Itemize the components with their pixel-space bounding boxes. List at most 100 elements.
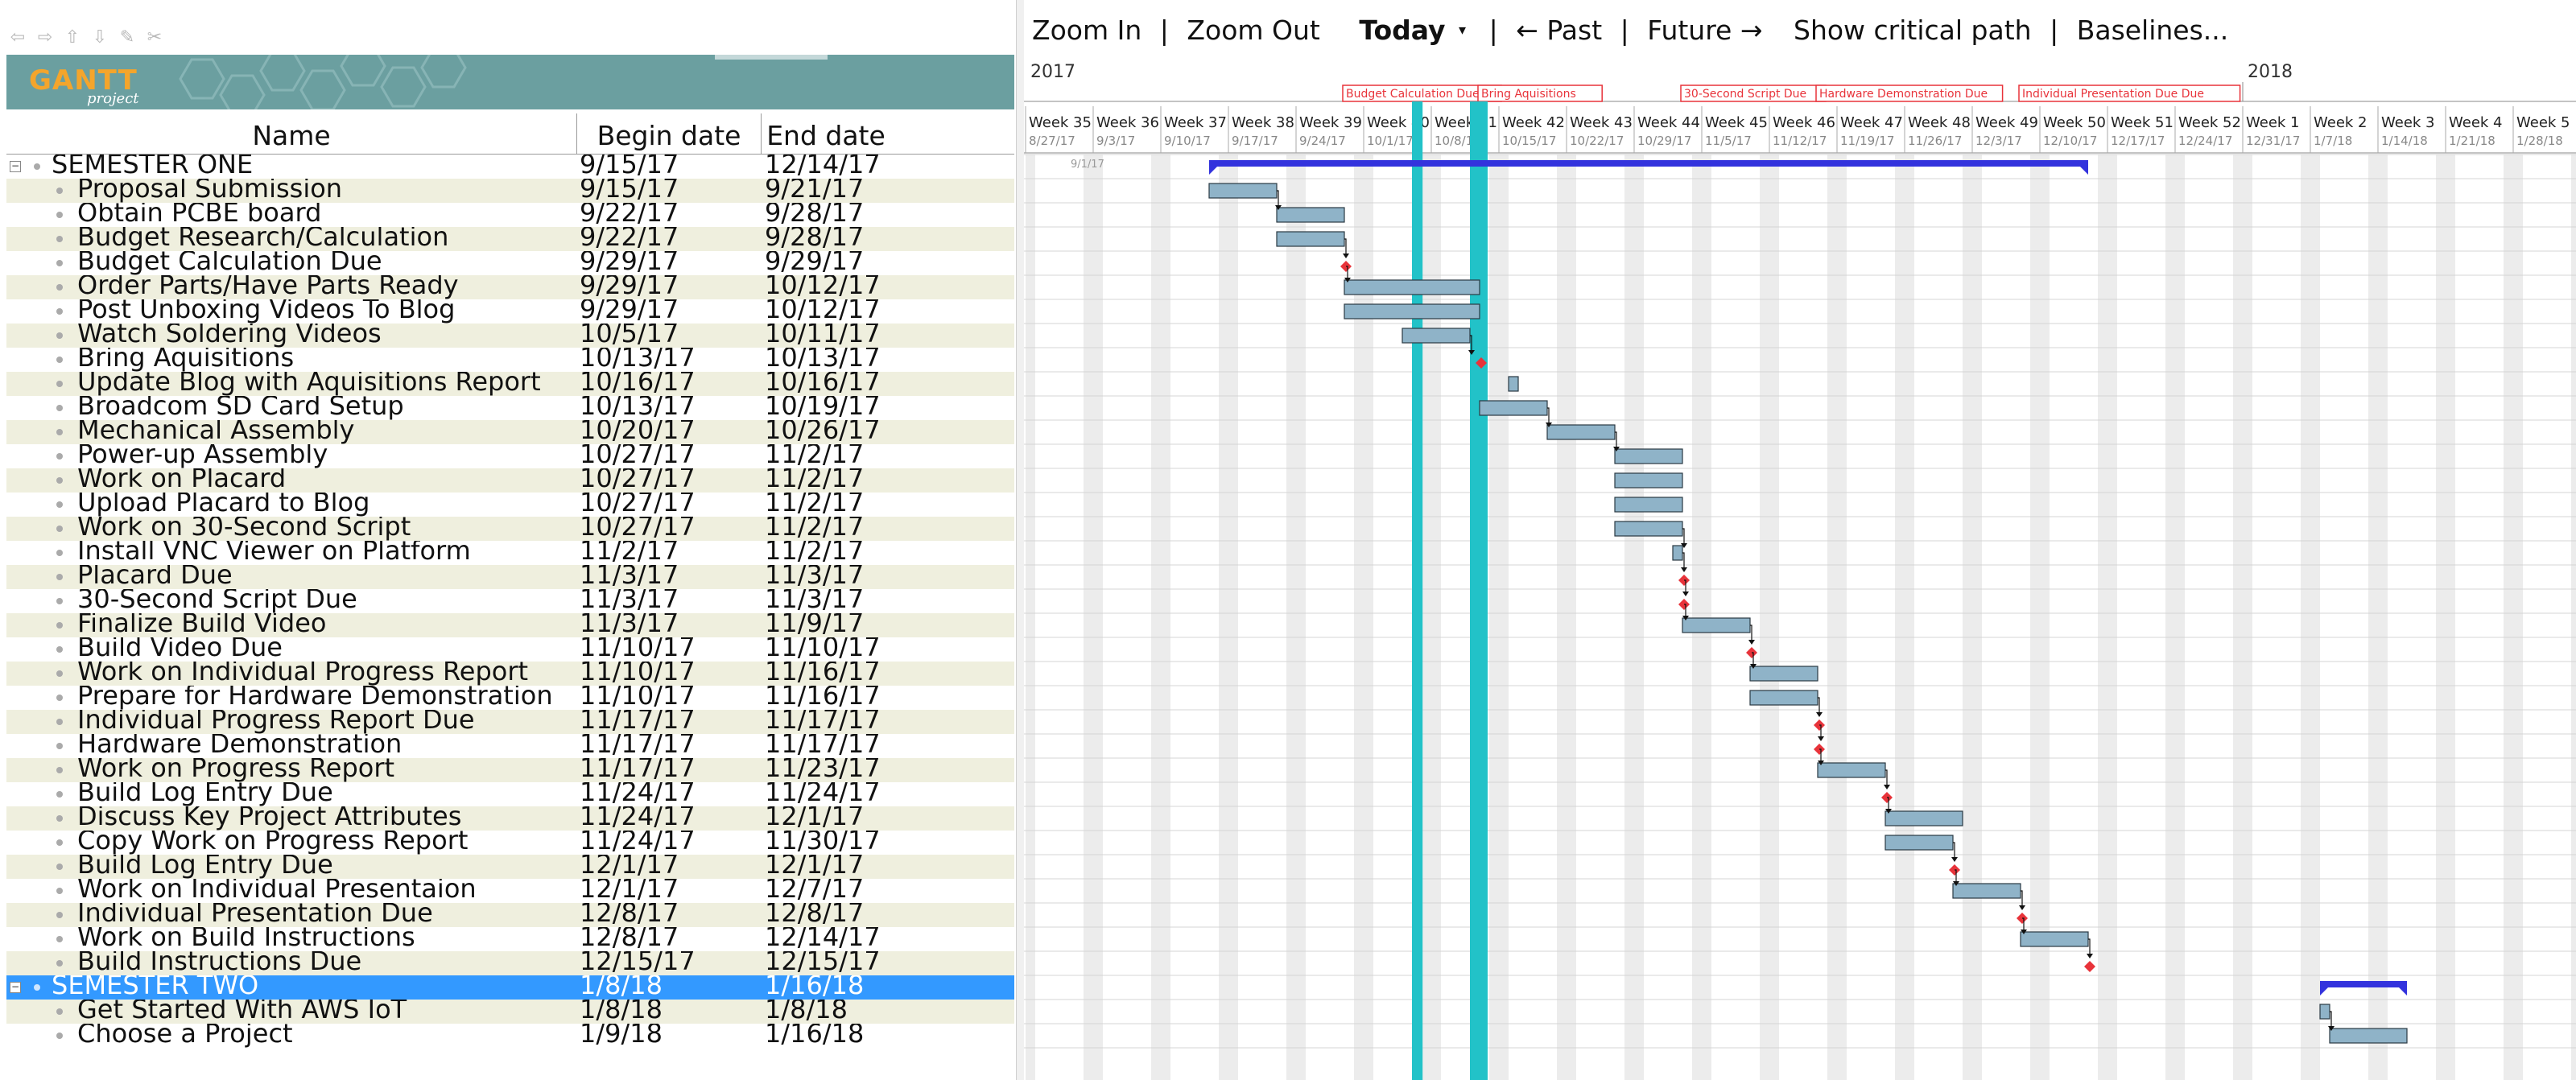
task-end-date[interactable]: 1/16/18 — [765, 975, 864, 998]
task-begin-date[interactable]: 10/13/17 — [580, 348, 696, 370]
task-name[interactable]: Get Started With AWS IoT — [77, 1000, 407, 1022]
task-begin-date[interactable]: 10/27/17 — [580, 493, 696, 515]
task-bar[interactable] — [1749, 690, 1818, 706]
collapse-toggle-icon[interactable]: − — [10, 982, 21, 993]
task-end-date[interactable]: 10/26/17 — [765, 420, 881, 443]
task-name[interactable]: Proposal Submission — [77, 179, 342, 201]
task-end-date[interactable]: 10/12/17 — [765, 275, 881, 298]
task-begin-date[interactable]: 11/3/17 — [580, 613, 679, 636]
task-end-date[interactable]: 9/28/17 — [765, 227, 864, 249]
task-end-date[interactable]: 11/3/17 — [765, 589, 864, 612]
task-name[interactable]: Build Log Entry Due — [77, 782, 333, 805]
task-row[interactable]: Order Parts/Have Parts Ready 9/29/17 10/12… — [6, 275, 1014, 299]
task-begin-date[interactable]: 1/9/18 — [580, 1024, 663, 1046]
task-begin-date[interactable]: 11/3/17 — [580, 589, 679, 612]
task-row[interactable]: Build Instructions Due 12/15/17 12/15/17 — [6, 951, 1014, 975]
task-name[interactable]: Hardware Demonstration — [77, 734, 402, 756]
task-name[interactable]: Discuss Key Project Attributes — [77, 806, 461, 829]
task-name[interactable]: Order Parts/Have Parts Ready — [77, 275, 459, 298]
task-bar[interactable] — [1614, 448, 1683, 464]
task-end-date[interactable]: 12/14/17 — [765, 155, 881, 177]
task-row[interactable]: Finalize Build Video 11/3/17 11/9/17 — [6, 613, 1014, 637]
task-begin-date[interactable]: 11/3/17 — [580, 565, 679, 587]
task-begin-date[interactable]: 9/22/17 — [580, 227, 679, 249]
task-name[interactable]: Copy Work on Progress Report — [77, 831, 468, 853]
task-end-date[interactable]: 11/17/17 — [765, 710, 881, 732]
task-name[interactable]: Work on Placard — [77, 468, 286, 491]
task-bar[interactable] — [1614, 521, 1683, 537]
task-end-date[interactable]: 9/29/17 — [765, 251, 864, 274]
task-name[interactable]: Work on Individual Presentaion — [77, 879, 477, 901]
task-end-date[interactable]: 11/17/17 — [765, 734, 881, 756]
task-row[interactable]: Copy Work on Progress Report 11/24/17 11/3… — [6, 831, 1014, 855]
task-bar[interactable] — [2020, 931, 2089, 947]
task-row[interactable]: Get Started With AWS IoT 1/8/18 1/8/18 — [6, 1000, 1014, 1024]
task-end-date[interactable]: 9/28/17 — [765, 203, 864, 225]
task-bar[interactable] — [1508, 376, 1519, 392]
task-row[interactable]: Proposal Submission 9/15/17 9/21/17 — [6, 179, 1014, 203]
task-row[interactable]: Individual Progress Report Due 11/17/17 11… — [6, 710, 1014, 734]
task-end-date[interactable]: 10/16/17 — [765, 372, 881, 394]
task-name[interactable]: Build Video Due — [77, 637, 283, 660]
arrow-up-icon[interactable]: ⇧ — [63, 27, 82, 47]
task-name[interactable]: SEMESTER ONE — [52, 155, 253, 177]
task-row[interactable]: Work on Individual Progress Report 11/10/… — [6, 662, 1014, 686]
task-row[interactable]: Power-up Assembly 10/27/17 11/2/17 — [6, 444, 1014, 468]
today-button[interactable]: Today — [1359, 0, 1445, 61]
task-bar[interactable] — [1885, 810, 1963, 826]
task-bar[interactable] — [2329, 1028, 2408, 1044]
summary-task-row[interactable]: − SEMESTER ONE 9/15/17 12/14/17 — [6, 155, 1014, 179]
task-end-date[interactable]: 1/8/18 — [765, 1000, 848, 1022]
task-name[interactable]: Upload Placard to Blog — [77, 493, 369, 515]
task-row[interactable]: Budget Calculation Due 9/29/17 9/29/17 — [6, 251, 1014, 275]
chevron-down-icon[interactable]: ▾ — [1459, 0, 1466, 61]
task-begin-date[interactable]: 9/15/17 — [580, 155, 679, 177]
task-row[interactable]: Upload Placard to Blog 10/27/17 11/2/17 — [6, 493, 1014, 517]
task-begin-date[interactable]: 1/8/18 — [580, 975, 663, 998]
task-bar[interactable] — [1276, 207, 1345, 223]
task-begin-date[interactable]: 10/27/17 — [580, 444, 696, 467]
task-row[interactable]: Build Log Entry Due 12/1/17 12/1/17 — [6, 855, 1014, 879]
task-end-date[interactable]: 11/30/17 — [765, 831, 881, 853]
task-row[interactable]: Work on Individual Presentaion 12/1/17 12/… — [6, 879, 1014, 903]
task-row[interactable]: Individual Presentation Due 12/8/17 12/8/1… — [6, 903, 1014, 927]
task-end-date[interactable]: 11/2/17 — [765, 541, 864, 563]
task-begin-date[interactable]: 12/8/17 — [580, 903, 679, 925]
task-begin-date[interactable]: 9/29/17 — [580, 299, 679, 322]
task-name[interactable]: Build Instructions Due — [77, 951, 361, 974]
task-row[interactable]: Budget Research/Calculation 9/22/17 9/28/1… — [6, 227, 1014, 251]
task-row[interactable]: Work on Placard 10/27/17 11/2/17 — [6, 468, 1014, 493]
arrow-left-icon[interactable]: ⇦ — [8, 27, 27, 47]
baselines-button[interactable]: Baselines... — [2077, 0, 2229, 61]
task-bar[interactable] — [1885, 835, 1954, 851]
task-end-date[interactable]: 12/14/17 — [765, 927, 881, 950]
critical-path-button[interactable]: Show critical path — [1794, 0, 2032, 61]
task-row[interactable]: Bring Aquisitions 10/13/17 10/13/17 — [6, 348, 1014, 372]
task-name[interactable]: Budget Research/Calculation — [77, 227, 448, 249]
task-row[interactable]: Discuss Key Project Attributes 11/24/17 12… — [6, 806, 1014, 831]
task-row[interactable]: Obtain PCBE board 9/22/17 9/28/17 — [6, 203, 1014, 227]
task-end-date[interactable]: 11/24/17 — [765, 782, 881, 805]
task-bar[interactable] — [1208, 183, 1278, 199]
arrow-down-icon[interactable]: ⇩ — [90, 27, 109, 47]
task-end-date[interactable]: 11/2/17 — [765, 493, 864, 515]
task-begin-date[interactable]: 10/16/17 — [580, 372, 696, 394]
task-name[interactable]: Individual Progress Report Due — [77, 710, 475, 732]
task-bar[interactable] — [1479, 400, 1548, 416]
task-end-date[interactable]: 12/15/17 — [765, 951, 881, 974]
task-row[interactable]: Placard Due 11/3/17 11/3/17 — [6, 565, 1014, 589]
task-begin-date[interactable]: 11/10/17 — [580, 662, 696, 684]
arrow-right-icon[interactable]: ⇨ — [35, 27, 55, 47]
task-end-date[interactable]: 12/7/17 — [765, 879, 864, 901]
task-row[interactable]: Build Video Due 11/10/17 11/10/17 — [6, 637, 1014, 662]
task-name[interactable]: Power-up Assembly — [77, 444, 328, 467]
task-row[interactable]: Update Blog with Aquisitions Report 10/16… — [6, 372, 1014, 396]
task-name[interactable]: Watch Soldering Videos — [77, 324, 382, 346]
task-name[interactable]: Bring Aquisitions — [77, 348, 294, 370]
task-end-date[interactable]: 11/2/17 — [765, 468, 864, 491]
task-name[interactable]: Finalize Build Video — [77, 613, 326, 636]
task-end-date[interactable]: 10/12/17 — [765, 299, 881, 322]
task-end-date[interactable]: 11/16/17 — [765, 686, 881, 708]
task-name[interactable]: Install VNC Viewer on Platform — [77, 541, 471, 563]
task-begin-date[interactable]: 1/8/18 — [580, 1000, 663, 1022]
